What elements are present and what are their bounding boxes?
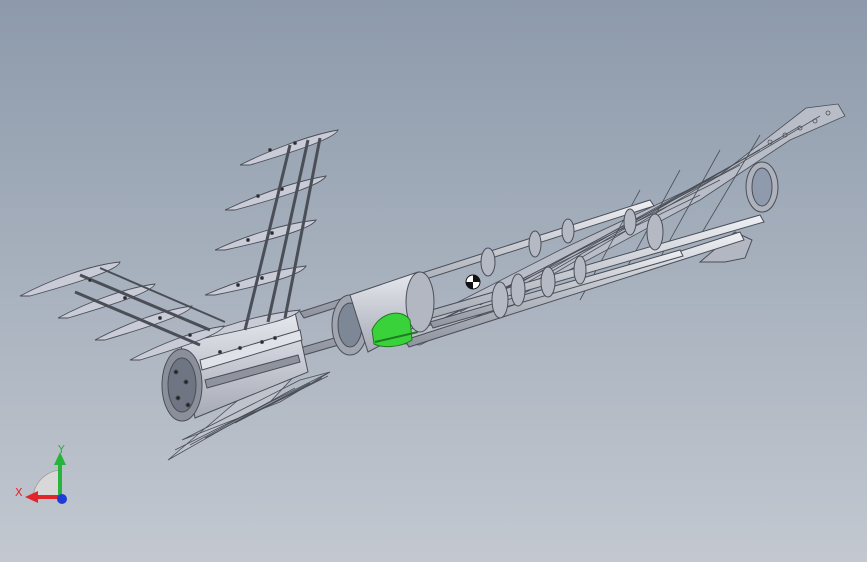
center-of-mass-icon[interactable] xyxy=(465,274,481,290)
triad-y-axis-label: Y xyxy=(58,443,65,456)
view-triad-icon xyxy=(25,452,67,504)
triad-x-axis-label: X xyxy=(15,486,23,499)
cad-model-scene[interactable] xyxy=(0,0,867,562)
graphics-viewport[interactable]: X Y xyxy=(0,0,867,562)
